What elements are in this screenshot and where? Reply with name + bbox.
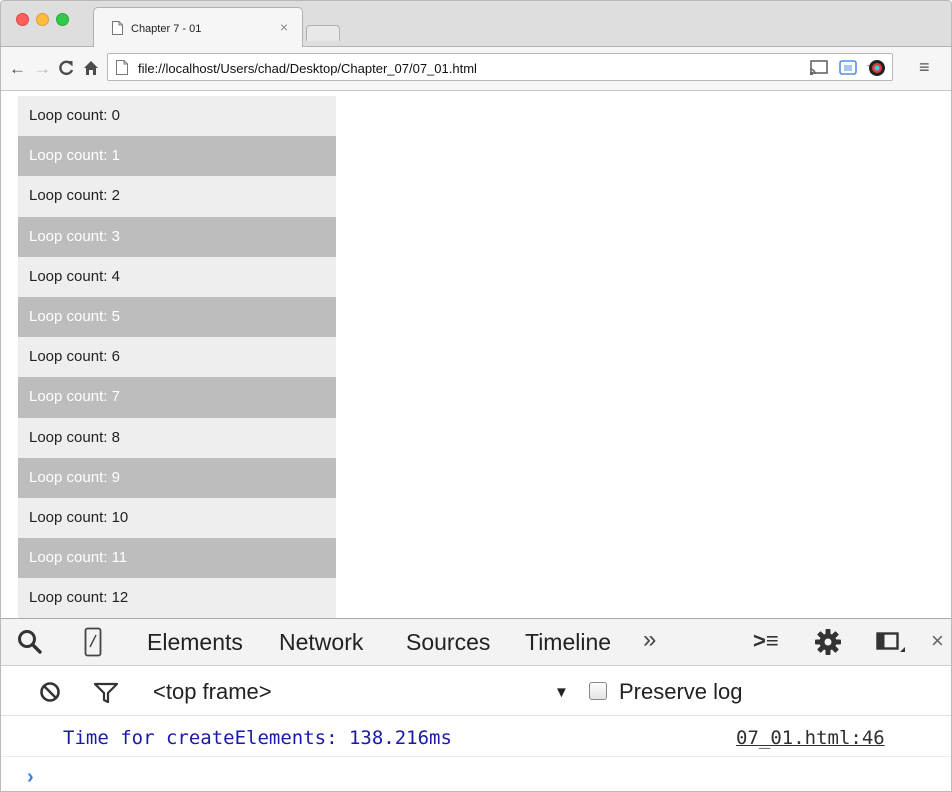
list-item: Loop count: 9 (18, 457, 336, 498)
devtools-tab-bar: Elements Network Sources Timeline » >≡ × (1, 619, 951, 666)
preserve-log-checkbox[interactable] (589, 682, 607, 700)
home-icon[interactable] (83, 59, 99, 82)
url-text: file://localhost/Users/chad/Desktop/Chap… (138, 61, 477, 76)
browser-toolbar: ← → file://localhost/Users/chad/Desktop/… (1, 47, 951, 91)
list-item: Loop count: 11 (18, 538, 336, 579)
console-message-row: Time for createElements: 138.216ms 07_01… (1, 717, 951, 757)
frame-selector[interactable]: <top frame> (153, 679, 272, 705)
list-item: Loop count: 3 (18, 216, 336, 257)
forward-arrow-icon[interactable]: → (34, 59, 51, 79)
tab-elements[interactable]: Elements (147, 629, 243, 656)
console-source-link[interactable]: 07_01.html:46 (736, 727, 885, 749)
menu-icon[interactable]: ≡ (919, 57, 930, 78)
console-message: Time for createElements: 138.216ms (63, 727, 452, 749)
list-item: Loop count: 2 (18, 176, 336, 217)
tab-title: Chapter 7 - 01 (131, 23, 202, 35)
cast-icon[interactable] (809, 59, 829, 77)
chevron-down-icon[interactable]: ▼ (554, 684, 569, 701)
search-icon[interactable] (17, 629, 43, 655)
tab-close-icon[interactable]: × (280, 19, 288, 35)
devtools-panel: Elements Network Sources Timeline » >≡ ×… (1, 618, 951, 791)
list-item: Loop count: 8 (18, 417, 336, 458)
page-content: Loop count: 0 Loop count: 1 Loop count: … (1, 92, 951, 618)
new-tab-button[interactable] (306, 25, 340, 41)
page-icon (116, 60, 128, 75)
browser-window: Chapter 7 - 01 × ← → file://localhost/Us… (0, 0, 952, 792)
list-item: Loop count: 5 (18, 296, 336, 338)
address-bar[interactable]: file://localhost/Users/chad/Desktop/Chap… (107, 53, 893, 81)
loop-list: Loop count: 0 Loop count: 1 Loop count: … (18, 96, 336, 618)
minimize-window-button[interactable] (36, 13, 49, 26)
zoom-window-button[interactable] (56, 13, 69, 26)
close-window-button[interactable] (16, 13, 29, 26)
tab-timeline[interactable]: Timeline (525, 629, 611, 656)
document-icon (112, 21, 123, 35)
list-item: Loop count: 12 (18, 578, 336, 618)
list-item: Loop count: 6 (18, 337, 336, 378)
device-mode-icon[interactable] (84, 627, 102, 657)
more-tabs-icon[interactable]: » (643, 626, 656, 654)
console-toolbar: <top frame> ▼ Preserve log (1, 667, 951, 716)
console-prompt-icon[interactable]: › (27, 766, 34, 789)
console-drawer-icon[interactable]: >≡ (753, 628, 779, 654)
tab-sources[interactable]: Sources (406, 629, 490, 656)
filter-icon[interactable] (93, 682, 119, 704)
preserve-log-label[interactable]: Preserve log (619, 679, 743, 705)
tab-network[interactable]: Network (279, 629, 363, 656)
reload-icon[interactable] (58, 59, 74, 82)
close-devtools-icon[interactable]: × (931, 628, 944, 654)
list-item: Loop count: 1 (18, 136, 336, 177)
back-arrow-icon[interactable]: ← (9, 59, 26, 79)
tab-strip: Chapter 7 - 01 × (1, 1, 951, 48)
extension-app-icon[interactable] (839, 59, 857, 77)
list-item: Loop count: 4 (18, 256, 336, 297)
list-item: Loop count: 10 (18, 497, 336, 539)
clear-console-icon[interactable] (39, 681, 61, 703)
gear-icon[interactable] (814, 628, 842, 656)
list-item: Loop count: 0 (18, 96, 336, 137)
dock-side-icon[interactable] (876, 630, 906, 654)
browser-tab[interactable]: Chapter 7 - 01 × (93, 7, 303, 48)
list-item: Loop count: 7 (18, 377, 336, 418)
color-picker-extension-icon[interactable] (868, 59, 886, 77)
